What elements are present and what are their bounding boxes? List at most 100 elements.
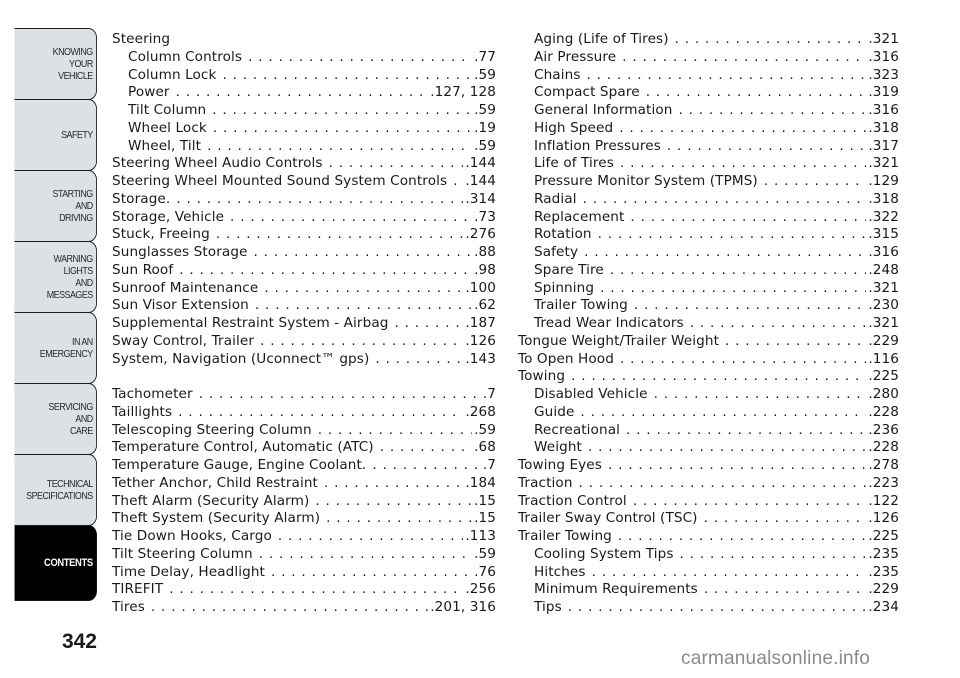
- index-entry[interactable]: Tongue Weight/Trailer Weight .229: [518, 333, 899, 351]
- tab-starting-and-driving[interactable]: STARTING AND DRIVING: [14, 170, 97, 242]
- index-entry[interactable]: Tachometer .7: [112, 386, 496, 404]
- index-entry[interactable]: Temperature Gauge, Engine Coolant. .7: [112, 457, 496, 475]
- entry-page-number[interactable]: .268: [465, 404, 496, 422]
- index-subentry[interactable]: Chains .323: [518, 67, 899, 85]
- entry-page-number[interactable]: .77: [474, 49, 496, 67]
- entry-page-number[interactable]: .59: [474, 102, 496, 120]
- index-subentry[interactable]: Wheel, Tilt .59: [112, 138, 496, 156]
- index-subentry[interactable]: Air Pressure .316: [518, 49, 899, 67]
- entry-page-number[interactable]: .201, 316: [430, 599, 496, 617]
- entry-page-number[interactable]: .127, 128: [430, 84, 496, 102]
- index-subentry[interactable]: Spare Tire .248: [518, 262, 899, 280]
- entry-page-number[interactable]: .59: [474, 138, 496, 156]
- entry-page-number[interactable]: .321: [868, 31, 899, 49]
- index-entry[interactable]: Steering Wheel Audio Controls .144: [112, 155, 496, 173]
- index-entry[interactable]: Tilt Steering Column .59: [112, 546, 496, 564]
- entry-page-number[interactable]: .321: [868, 155, 899, 173]
- index-entry[interactable]: Trailer Sway Control (TSC) .126: [518, 510, 899, 528]
- entry-page-number[interactable]: .317: [868, 138, 899, 156]
- entry-page-number[interactable]: .76: [474, 564, 496, 582]
- tab-knowing-your-vehicle[interactable]: KNOWING YOUR VEHICLE: [14, 28, 97, 100]
- entry-page-number[interactable]: .129: [868, 173, 899, 191]
- entry-page-number[interactable]: .229: [868, 333, 899, 351]
- index-subentry[interactable]: Tips .234: [518, 599, 899, 617]
- index-subentry[interactable]: Replacement .322: [518, 209, 899, 227]
- index-subentry[interactable]: Cooling System Tips .235: [518, 546, 899, 564]
- index-subentry[interactable]: Tilt Column .59: [112, 102, 496, 120]
- entry-page-number[interactable]: .276: [465, 226, 496, 244]
- index-subentry[interactable]: High Speed .318: [518, 120, 899, 138]
- entry-page-number[interactable]: .278: [868, 457, 899, 475]
- entry-page-number[interactable]: .7: [483, 457, 496, 475]
- entry-page-number[interactable]: .248: [868, 262, 899, 280]
- index-entry[interactable]: Steering Wheel Mounted Sound System Cont…: [112, 173, 496, 191]
- entry-page-number[interactable]: .234: [868, 599, 899, 617]
- index-entry[interactable]: Sun Roof .98: [112, 262, 496, 280]
- entry-page-number[interactable]: .319: [868, 84, 899, 102]
- index-subentry[interactable]: Recreational .236: [518, 422, 899, 440]
- tab-servicing-and-care[interactable]: SERVICING AND CARE: [14, 383, 97, 455]
- index-entry[interactable]: Tires .201, 316: [112, 599, 496, 617]
- index-subentry[interactable]: Power .127, 128: [112, 84, 496, 102]
- entry-page-number[interactable]: .322: [868, 209, 899, 227]
- index-subentry[interactable]: Disabled Vehicle .280: [518, 386, 899, 404]
- entry-page-number[interactable]: .229: [868, 581, 899, 599]
- entry-page-number[interactable]: .62: [474, 297, 496, 315]
- entry-page-number[interactable]: .316: [868, 102, 899, 120]
- entry-page-number[interactable]: .256: [465, 581, 496, 599]
- entry-page-number[interactable]: .73: [474, 209, 496, 227]
- entry-page-number[interactable]: .19: [474, 120, 496, 138]
- tab-technical-specifications[interactable]: TECHNICAL SPECIFICATIONS: [14, 454, 97, 526]
- tab-in-an-emergency[interactable]: IN AN EMERGENCY: [14, 312, 97, 384]
- index-entry[interactable]: Sunglasses Storage .88: [112, 244, 496, 262]
- entry-page-number[interactable]: .228: [868, 439, 899, 457]
- entry-page-number[interactable]: .122: [868, 493, 899, 511]
- index-subentry[interactable]: Wheel Lock .19: [112, 120, 496, 138]
- entry-page-number[interactable]: .225: [868, 368, 899, 386]
- entry-page-number[interactable]: .144: [465, 173, 496, 191]
- index-subentry[interactable]: Radial .318: [518, 191, 899, 209]
- index-subentry[interactable]: Inflation Pressures .317: [518, 138, 899, 156]
- index-entry[interactable]: Towing Eyes .278: [518, 457, 899, 475]
- entry-page-number[interactable]: .126: [465, 333, 496, 351]
- entry-page-number[interactable]: .7: [483, 386, 496, 404]
- entry-page-number[interactable]: .235: [868, 546, 899, 564]
- index-subentry[interactable]: Column Lock .59: [112, 67, 496, 85]
- entry-page-number[interactable]: .88: [474, 244, 496, 262]
- entry-page-number[interactable]: .184: [465, 475, 496, 493]
- entry-page-number[interactable]: .59: [474, 546, 496, 564]
- index-subentry[interactable]: Safety .316: [518, 244, 899, 262]
- entry-page-number[interactable]: .316: [868, 244, 899, 262]
- index-subentry[interactable]: Trailer Towing .230: [518, 297, 899, 315]
- index-subentry[interactable]: Rotation .315: [518, 226, 899, 244]
- index-entry[interactable]: Storage, Vehicle .73: [112, 209, 496, 227]
- index-entry[interactable]: To Open Hood .116: [518, 351, 899, 369]
- entry-page-number[interactable]: .314: [465, 191, 496, 209]
- index-entry[interactable]: Traction Control .122: [518, 493, 899, 511]
- index-subentry[interactable]: Compact Spare .319: [518, 84, 899, 102]
- index-entry[interactable]: Theft Alarm (Security Alarm) .15: [112, 493, 496, 511]
- entry-page-number[interactable]: .113: [465, 528, 496, 546]
- entry-page-number[interactable]: .316: [868, 49, 899, 67]
- entry-page-number[interactable]: .126: [868, 510, 899, 528]
- entry-page-number[interactable]: .318: [868, 120, 899, 138]
- entry-page-number[interactable]: .68: [474, 439, 496, 457]
- index-entry[interactable]: Steering: [112, 31, 496, 49]
- index-entry[interactable]: Telescoping Steering Column .59: [112, 422, 496, 440]
- index-entry[interactable]: System, Navigation (Uconnect™ gps) .143: [112, 351, 496, 369]
- entry-page-number[interactable]: .98: [474, 262, 496, 280]
- index-subentry[interactable]: Guide .228: [518, 404, 899, 422]
- entry-page-number[interactable]: .225: [868, 528, 899, 546]
- entry-page-number[interactable]: .236: [868, 422, 899, 440]
- tab-contents[interactable]: CONTENTS: [14, 525, 97, 601]
- index-entry[interactable]: Stuck, Freeing .276: [112, 226, 496, 244]
- index-entry[interactable]: TIREFIT .256: [112, 581, 496, 599]
- entry-page-number[interactable]: .15: [474, 510, 496, 528]
- entry-page-number[interactable]: .59: [474, 67, 496, 85]
- entry-page-number[interactable]: .187: [465, 315, 496, 333]
- entry-page-number[interactable]: .15: [474, 493, 496, 511]
- entry-page-number[interactable]: .143: [465, 351, 496, 369]
- entry-page-number[interactable]: .321: [868, 315, 899, 333]
- index-entry[interactable]: Tether Anchor, Child Restraint .184: [112, 475, 496, 493]
- index-subentry[interactable]: General Information .316: [518, 102, 899, 120]
